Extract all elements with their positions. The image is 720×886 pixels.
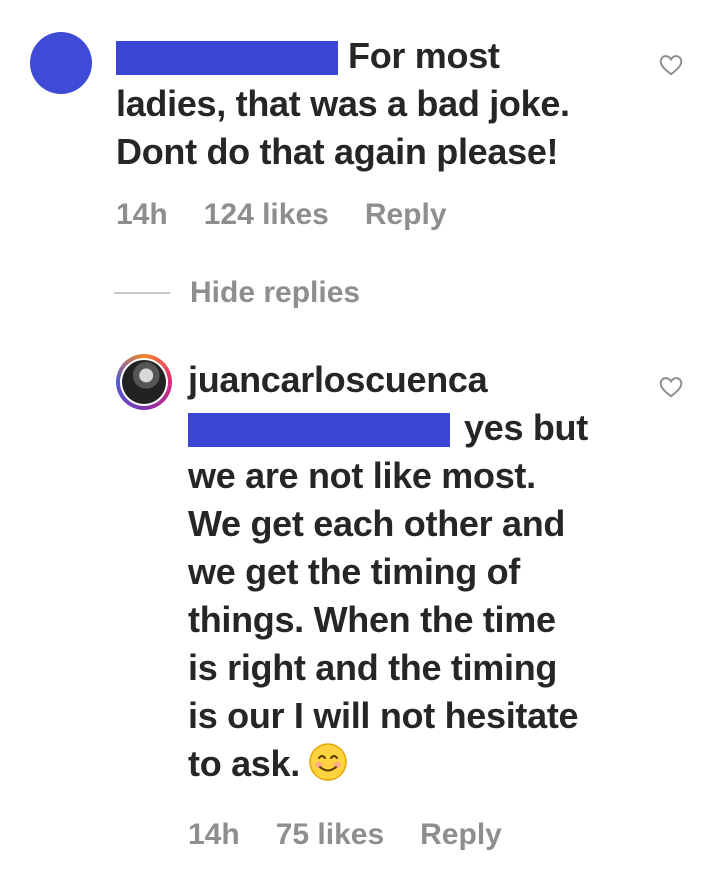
comment-likes[interactable]: 124 likes: [204, 198, 329, 232]
reply-meta: 14h 75 likes Reply: [188, 818, 502, 852]
redacted-username[interactable]: [116, 41, 338, 76]
avatar[interactable]: [116, 354, 172, 410]
reply-line: yes but: [464, 407, 588, 448]
redacted-mention[interactable]: [188, 413, 450, 448]
reply-button[interactable]: Reply: [365, 198, 447, 232]
avatar-ring-inner: [120, 358, 168, 406]
heart-icon[interactable]: [658, 52, 684, 78]
reply-line: we get the timing of: [188, 551, 520, 592]
divider: [114, 292, 170, 294]
reply-text: juancarloscuenca yes but we are not like…: [188, 356, 588, 788]
comment-line: Dont do that again please!: [116, 131, 559, 172]
heart-icon[interactable]: [658, 374, 684, 400]
hide-replies-button[interactable]: Hide replies: [114, 276, 360, 310]
comment-time: 14h: [116, 198, 168, 231]
smiling-face-icon: [309, 743, 347, 781]
hide-replies-label: Hide replies: [190, 276, 361, 309]
comment-meta: 14h 124 likes Reply: [116, 198, 447, 232]
comment-text: For most ladies, that was a bad joke. Do…: [116, 32, 570, 176]
avatar-photo: [122, 360, 166, 404]
avatar[interactable]: [30, 32, 92, 94]
reply-button[interactable]: Reply: [420, 818, 502, 852]
comment-line: For most: [348, 35, 500, 76]
reply-likes[interactable]: 75 likes: [276, 818, 384, 852]
reply-line: is right and the timing: [188, 647, 558, 688]
comment-line: ladies, that was a bad joke.: [116, 83, 570, 124]
reply-username[interactable]: juancarloscuenca: [188, 356, 588, 404]
reply-time: 14h: [188, 818, 240, 851]
reply-line: to ask.: [188, 743, 300, 784]
reply-line: We get each other and: [188, 503, 566, 544]
reply-line: is our I will not hesitate: [188, 695, 579, 736]
reply-line: things. When the time: [188, 599, 556, 640]
reply-line: we are not like most.: [188, 455, 536, 496]
